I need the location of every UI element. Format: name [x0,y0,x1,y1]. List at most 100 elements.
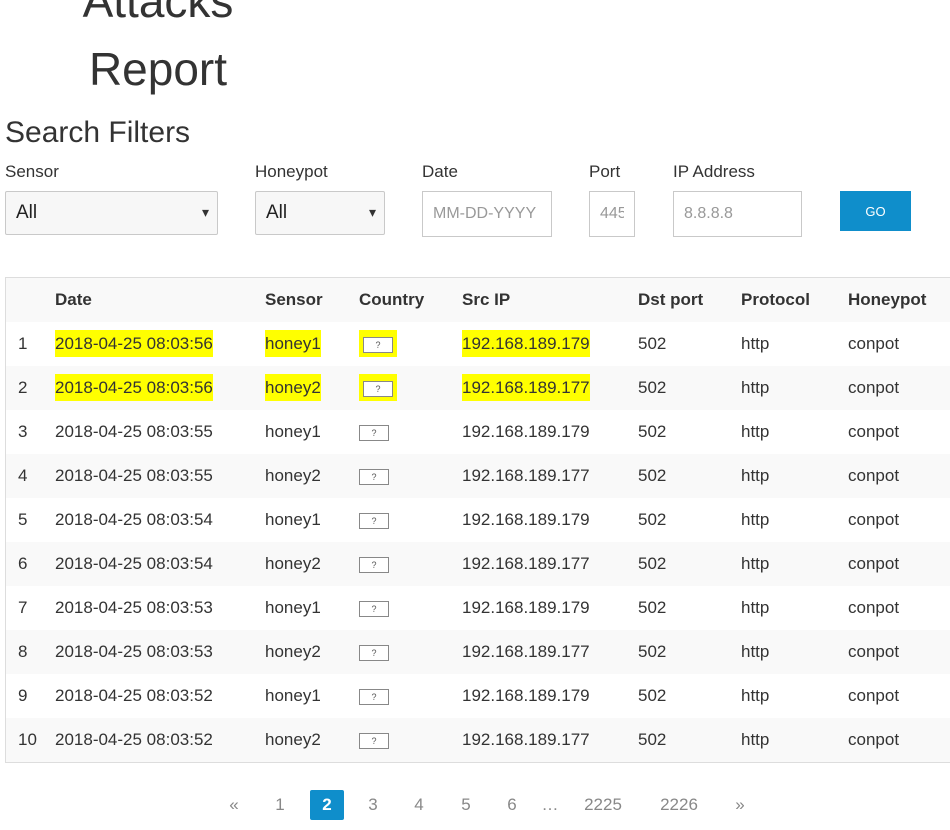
cell-protocol: http [741,586,848,630]
cell-src-ip-text: 192.168.189.177 [462,642,590,661]
cell-protocol: http [741,630,848,674]
cell-country: ? [359,542,462,586]
go-button[interactable]: GO [840,191,911,231]
cell-honeypot: conpot [848,366,950,410]
page-link[interactable]: 5 [454,790,478,820]
column-header-protocol[interactable]: Protocol [741,278,848,322]
flag-highlight: ? [359,730,389,749]
page-prev-link[interactable]: « [222,790,246,820]
cell-dst-port-text: 502 [638,598,667,617]
cell-protocol: http [741,410,848,454]
attacks-table: Date Sensor Country Src IP Dst port Prot… [6,278,950,762]
cell-sensor-text: honey1 [265,598,321,617]
cell-honeypot-text: conpot [848,334,900,353]
cell-sensor: honey2 [265,630,359,674]
column-header-sensor[interactable]: Sensor [265,278,359,322]
cell-honeypot: conpot [848,498,950,542]
flag-highlight: ? [359,422,389,441]
cell-country: ? [359,454,462,498]
cell-src-ip-text: 192.168.189.179 [462,686,590,705]
cell-src-ip: 192.168.189.177 [462,718,638,762]
cell-protocol-text: http [741,730,770,749]
cell-date: 2018-04-25 08:03:53 [55,586,265,630]
cell-protocol: http [741,498,848,542]
date-label: Date [422,162,458,181]
table-row: 4 2018-04-25 08:03:55 honey2? 192.168.189.1… [6,454,950,498]
table-row: 10 2018-04-25 08:03:52 honey2? 192.168.189.… [6,718,950,762]
cell-honeypot: conpot [848,718,950,762]
table-row: 1 2018-04-25 08:03:56 honey1? 192.168.189.1… [6,322,950,366]
row-index: 1 [6,322,55,366]
cell-date-text: 2018-04-25 08:03:55 [55,422,213,441]
column-header-date[interactable]: Date [55,278,265,322]
cell-date-text: 2018-04-25 08:03:53 [55,642,213,661]
row-index-text: 8 [18,642,28,661]
cell-protocol: http [741,366,848,410]
cell-protocol-text: http [741,422,770,441]
cell-country: ? [359,322,462,366]
page-next-link[interactable]: » [728,790,752,820]
honeypot-select[interactable]: All ▾ [255,191,385,235]
cell-protocol: http [741,674,848,718]
cell-src-ip: 192.168.189.177 [462,630,638,674]
cell-src-ip: 192.168.189.179 [462,586,638,630]
cell-sensor-text: honey2 [265,642,321,661]
cell-protocol-text: http [741,554,770,573]
page-link[interactable]: 6 [500,790,524,820]
flag-highlight: ? [359,598,389,617]
chevron-down-icon: ▾ [368,204,376,220]
sensor-select[interactable]: All ▾ [5,191,218,235]
cell-dst-port: 502 [638,542,741,586]
cell-sensor: honey1 [265,410,359,454]
cell-src-ip-text: 192.168.189.177 [462,466,590,485]
page-link[interactable]: 2 [310,790,344,820]
cell-date-text: 2018-04-25 08:03:53 [55,598,213,617]
cell-honeypot: conpot [848,630,950,674]
cell-protocol: http [741,322,848,366]
page-link[interactable]: 2226 [656,790,702,820]
cell-country: ? [359,718,462,762]
ip-address-label: IP Address [673,162,755,181]
cell-src-ip-text: 192.168.189.179 [462,422,590,441]
row-index: 8 [6,630,55,674]
cell-dst-port: 502 [638,586,741,630]
row-index-text: 2 [18,378,28,397]
flag-highlight: ? [359,510,389,529]
table-row: 7 2018-04-25 08:03:53 honey1? 192.168.189.1… [6,586,950,630]
table-row: 6 2018-04-25 08:03:54 honey2? 192.168.189.1… [6,542,950,586]
cell-sensor: honey1 [265,322,359,366]
column-header-honeypot[interactable]: Honeypot [848,278,950,322]
cell-date: 2018-04-25 08:03:52 [55,674,265,718]
unknown-flag-icon: ? [359,732,389,749]
column-header-src-ip[interactable]: Src IP [462,278,638,322]
flag-highlight: ? [359,466,389,485]
row-index: 10 [6,718,55,762]
page-link[interactable]: 2225 [580,790,626,820]
cell-src-ip-text: 192.168.189.179 [462,598,590,617]
flag-highlight: ? [359,642,389,661]
cell-honeypot-text: conpot [848,466,900,485]
cell-sensor: honey2 [265,542,359,586]
cell-honeypot: conpot [848,586,950,630]
port-input[interactable] [589,191,635,237]
row-index-text: 10 [18,730,37,749]
date-input[interactable] [422,191,552,237]
page-link[interactable]: 4 [407,790,431,820]
cell-honeypot-text: conpot [848,686,900,705]
cell-honeypot: conpot [848,454,950,498]
cell-dst-port: 502 [638,630,741,674]
cell-date: 2018-04-25 08:03:56 [55,366,265,410]
cell-date: 2018-04-25 08:03:55 [55,410,265,454]
column-header-dst-port[interactable]: Dst port [638,278,741,322]
unknown-flag-icon: ? [363,380,393,397]
page-link[interactable]: 1 [268,790,292,820]
column-header-country[interactable]: Country [359,278,462,322]
page-link[interactable]: 3 [361,790,385,820]
ip-address-input[interactable] [673,191,802,237]
row-index-text: 7 [18,598,28,617]
cell-src-ip: 192.168.189.179 [462,410,638,454]
cell-sensor-text: honey2 [265,554,321,573]
unknown-flag-icon: ? [359,688,389,705]
cell-honeypot-text: conpot [848,598,900,617]
cell-honeypot: conpot [848,674,950,718]
